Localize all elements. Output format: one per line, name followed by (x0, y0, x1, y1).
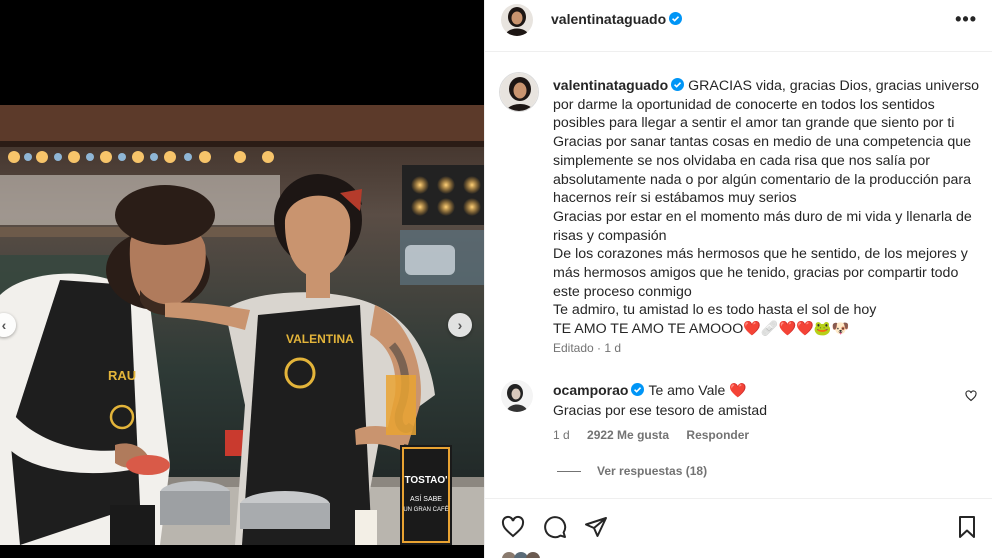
comment-text: Te amo Vale ❤️ (648, 382, 747, 398)
post-panel: valentinataguado ••• valentinataguado GR… (484, 0, 992, 558)
comment-text-line2: Gracias por ese tesoro de amistad (553, 402, 767, 418)
caption-line: hacernos reír si estábamos muy serios (553, 190, 797, 207)
comment-time[interactable]: 1 d (553, 428, 570, 442)
header-username-link[interactable]: valentinataguado (551, 11, 683, 29)
caption-line: más hermosos amigos que he tenido, graci… (553, 265, 959, 282)
replies-dash (557, 470, 581, 472)
view-replies-button[interactable]: Ver respuestas (18) (557, 464, 707, 478)
apron-name-left: RAU (108, 368, 136, 383)
caption-line: este proceso conmigo (553, 283, 692, 300)
paper-plane-icon[interactable] (584, 515, 608, 539)
caption-line: risas y compasión (553, 227, 667, 244)
verified-badge-icon (669, 12, 683, 25)
caption-line: Te admiro, tu amistad lo es todo hasta e… (553, 302, 877, 319)
verified-badge-icon (671, 78, 685, 91)
comment-icon[interactable] (543, 515, 567, 539)
view-replies-label: Ver respuestas (18) (597, 464, 708, 478)
bookmark-icon[interactable] (955, 515, 979, 539)
caption-text: GRACIAS vida, gracias Dios, gracias univ… (688, 78, 980, 94)
caption-line: valentinataguado GRACIAS vida, gracias D… (553, 76, 985, 96)
more-options-button[interactable]: ••• (955, 9, 977, 30)
comments-section: valentinataguado GRACIAS vida, gracias D… (485, 53, 992, 498)
caption-line: simplemente se nos olvidaba en cada risa… (553, 152, 930, 169)
caption-line: absolutamente nada o por algún comentari… (553, 171, 972, 188)
caption-username[interactable]: valentinataguado (553, 77, 668, 93)
apron-name-right: VALENTINA (286, 332, 354, 346)
caption-meta: Editado · 1 d (553, 341, 622, 355)
likers-avatars[interactable] (501, 551, 557, 558)
comment-header: ocamporao Te amo Vale ❤️ (553, 382, 747, 399)
sign-line2: ASÍ SABE (410, 494, 442, 503)
comment-likes[interactable]: 2922 Me gusta (587, 428, 669, 442)
caption-line: TE AMO TE AMO TE AMOOO❤️🩹❤️❤️🐸🐶 (553, 321, 850, 338)
carousel-next-button[interactable]: › (448, 313, 472, 337)
caption-time[interactable]: 1 d (604, 341, 621, 355)
sign-line1: TOSTAO' (404, 475, 447, 486)
reply-button[interactable]: Responder (686, 428, 749, 442)
caption-line: por darme la oportunidad de conocerte en… (553, 96, 935, 113)
caption-line: Gracias por estar en el momento más duro… (553, 208, 972, 225)
post-photo[interactable]: RAU VALENTINA TOSTAO' ASÍ SABE UN GRAN C… (0, 105, 484, 545)
heart-icon[interactable] (501, 515, 525, 539)
caption-line: posibles para llegar a sentir el amor ta… (553, 115, 955, 132)
sign-line3: UN GRAN CAFÉ (403, 506, 448, 513)
caption-avatar[interactable] (499, 72, 539, 112)
comment-meta: 1 d 2922 Me gusta Responder (553, 428, 763, 442)
post-header: valentinataguado ••• (485, 0, 992, 52)
post-media: RAU VALENTINA TOSTAO' ASÍ SABE UN GRAN C… (0, 0, 484, 558)
header-username[interactable]: valentinataguado (551, 11, 666, 27)
comment-heart-icon[interactable] (965, 390, 977, 402)
caption-line: De los corazones más hermosos que he sen… (553, 246, 968, 263)
comment-avatar[interactable] (501, 380, 533, 412)
verified-badge-icon (631, 383, 645, 396)
edited-label: Editado (553, 341, 594, 355)
action-bar (485, 498, 992, 558)
comment-username[interactable]: ocamporao (553, 382, 628, 398)
caption-line: Gracias por sanar tantas cosas en medio … (553, 134, 971, 151)
header-avatar[interactable] (501, 4, 533, 36)
post-caption: valentinataguado GRACIAS vida, gracias D… (553, 76, 985, 339)
